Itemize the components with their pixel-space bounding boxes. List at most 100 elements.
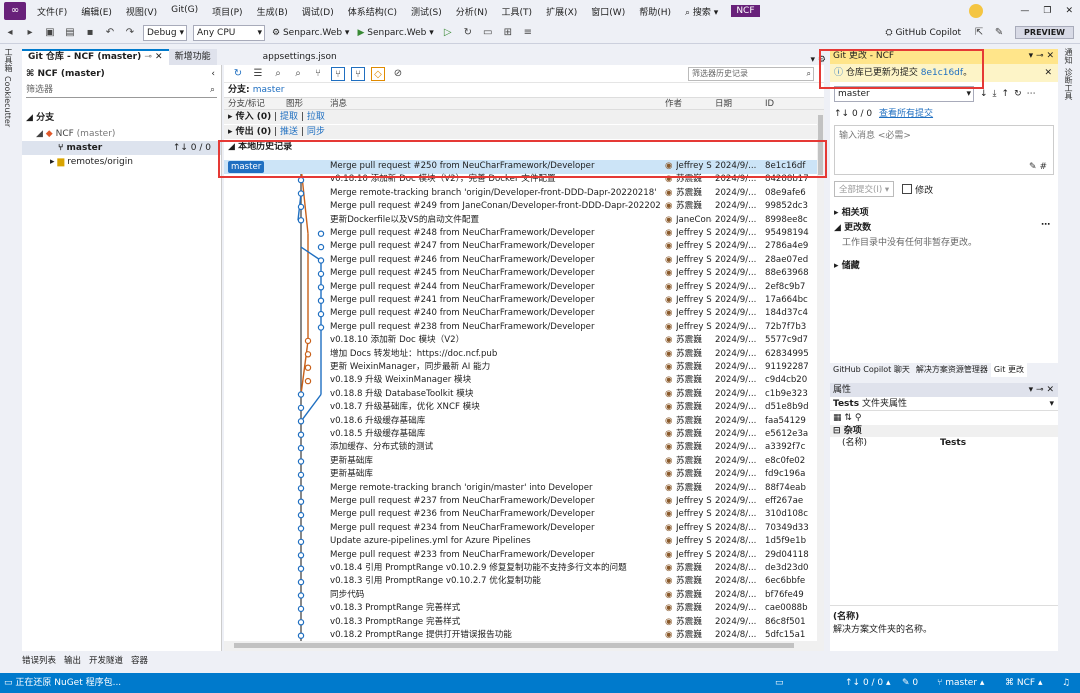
panel-window-controls[interactable]: ▾ ⊸ ✕ bbox=[1029, 49, 1054, 64]
cookiecutter-tab[interactable]: Cookiecutter bbox=[3, 76, 12, 127]
comment-icon[interactable]: ≡ bbox=[521, 26, 535, 40]
history-hscrollbar[interactable] bbox=[224, 641, 824, 651]
pin-icon[interactable]: ⊸ bbox=[144, 52, 152, 62]
commit-row[interactable]: Merge pull request #248 from NeuCharFram… bbox=[224, 227, 817, 241]
push-icon[interactable]: ↑ bbox=[1002, 89, 1010, 99]
collapse-panel-icon[interactable]: ‹ bbox=[211, 65, 215, 83]
undo-icon[interactable]: ↶ bbox=[103, 26, 117, 40]
camera-icon[interactable]: ▭ bbox=[481, 26, 495, 40]
menu-item[interactable]: 项目(P) bbox=[205, 5, 249, 18]
repo-filter-field[interactable]: 筛选器 ⌕ bbox=[26, 83, 217, 98]
open-icon[interactable]: ▤ bbox=[63, 26, 77, 40]
menu-icon[interactable]: ☰ bbox=[251, 67, 265, 81]
commit-row[interactable]: Merge pull request #237 from NeuCharFram… bbox=[224, 495, 817, 509]
info-commit-link[interactable]: 8e1c16df bbox=[921, 68, 963, 78]
commit-row[interactable]: 更新 WeixinManager，同步最新 AI 能力 ◉ 苏震巍 2024/9/..… bbox=[224, 361, 817, 375]
status-edits[interactable]: ✎ 0 bbox=[902, 673, 918, 693]
commit-row[interactable]: 增加 Docs 转发地址：https://doc.ncf.pub ◉ 苏震巍 2024… bbox=[224, 348, 817, 362]
remotes-origin-item[interactable]: ▸ ▆ remotes/origin bbox=[22, 157, 221, 167]
commit-row[interactable]: Merge pull request #247 from NeuCharFram… bbox=[224, 240, 817, 254]
back-icon[interactable]: ◂ bbox=[3, 26, 17, 40]
history-scrollbar-thumb[interactable] bbox=[818, 115, 823, 175]
diagnostics-tab[interactable]: 诊断工具 bbox=[1063, 68, 1074, 100]
changes-section[interactable]: ◢ 更改数 ⋯ bbox=[834, 220, 1054, 233]
tab-output[interactable]: 输出 bbox=[60, 654, 85, 668]
commit-row[interactable]: 添加缓存、分布式锁的测试 ◉ 苏震巍 2024/9/... a3392f7c bbox=[224, 441, 817, 455]
commit-all-button[interactable]: 全部提交(I) ▾ bbox=[834, 181, 895, 197]
commit-row[interactable]: Merge pull request #236 from NeuCharFram… bbox=[224, 508, 817, 522]
tab-error-list[interactable]: 错误列表 bbox=[18, 654, 60, 668]
amend-checkbox[interactable] bbox=[902, 184, 913, 194]
col-id[interactable]: ID bbox=[765, 98, 774, 111]
view-all-commits-link[interactable]: 查看所有提交 bbox=[879, 109, 933, 119]
property-pages-icon[interactable]: ⚲ bbox=[855, 413, 862, 423]
commit-row[interactable]: Merge remote-tracking branch 'origin/Dev… bbox=[224, 187, 817, 201]
repo-node[interactable]: ◢ ◆ NCF (master) bbox=[22, 129, 221, 139]
commit-row[interactable]: Merge pull request #238 from NeuCharFram… bbox=[224, 321, 817, 335]
tab-git-repository[interactable]: Git 仓库 - NCF (master) ⊸ ✕ bbox=[22, 49, 169, 65]
more-icon[interactable]: ⋯ bbox=[1027, 89, 1036, 99]
commit-row[interactable]: Merge pull request #249 from JaneConan/D… bbox=[224, 200, 817, 214]
related-work-section[interactable]: ▸ 相关项 bbox=[834, 205, 1054, 218]
commit-row[interactable]: 更新基础库 ◉ 苏震巍 2024/9/... e8c0fe02 bbox=[224, 455, 817, 469]
col-message[interactable]: 消息 bbox=[330, 98, 347, 111]
commit-row[interactable]: Merge pull request #240 from NeuCharFram… bbox=[224, 307, 817, 321]
local-history-section[interactable]: ◢ 本地历史记录 bbox=[224, 140, 824, 154]
tab-overflow-icon[interactable]: ▾ ⚙ bbox=[807, 55, 830, 65]
sync-link[interactable]: 同步 bbox=[307, 127, 325, 137]
menu-item[interactable]: 分析(N) bbox=[449, 5, 495, 18]
layout-icon[interactable]: ▭ bbox=[775, 673, 784, 693]
status-sync[interactable]: ↑↓ 0 / 0 ▴ bbox=[845, 673, 891, 693]
vs-logo-icon[interactable]: ∞ bbox=[4, 2, 26, 20]
history-hscrollbar-thumb[interactable] bbox=[234, 643, 794, 648]
pull-icon[interactable]: ⤓ bbox=[993, 89, 997, 99]
commit-row[interactable]: Merge pull request #246 from NeuCharFram… bbox=[224, 254, 817, 268]
tab-solution-explorer[interactable]: 解决方案资源管理器 bbox=[913, 363, 991, 377]
changes-more-icon[interactable]: ⋯ bbox=[1041, 220, 1050, 230]
startup-project-select[interactable]: ⚙ Senparc.Web ▾ bbox=[272, 28, 349, 38]
tab-appsettings[interactable]: appsettings.json bbox=[257, 49, 343, 65]
hide-icon[interactable]: ⊘ bbox=[391, 67, 405, 81]
save-icon[interactable]: ▪ bbox=[83, 26, 97, 40]
commit-row[interactable]: v0.18.3 引用 PromptRange v0.10.2.7 优化复制功能 ◉… bbox=[224, 575, 817, 589]
tab-dev-tunnels[interactable]: 开发隧道 bbox=[85, 654, 127, 668]
notifications-tab[interactable]: 通知 bbox=[1063, 48, 1074, 64]
history-filter-field[interactable]: 筛选器历史记录 ⌕ bbox=[688, 66, 814, 81]
menu-item[interactable]: 调试(D) bbox=[295, 5, 341, 18]
categorized-icon[interactable]: ▦ bbox=[833, 413, 842, 423]
notifications-bell-icon[interactable]: ♫ bbox=[1062, 673, 1070, 693]
properties-object-select[interactable]: Tests 文件夹属性 ▾ bbox=[830, 397, 1058, 411]
close-tab-icon[interactable]: ✕ bbox=[155, 52, 163, 62]
alphabetical-icon[interactable]: ⇅ bbox=[844, 413, 852, 423]
tab-whats-new[interactable]: 新增功能 bbox=[168, 49, 217, 65]
col-author[interactable]: 作者 bbox=[665, 98, 682, 111]
tab-containers[interactable]: 容器 bbox=[127, 654, 152, 668]
menu-item[interactable]: 生成(B) bbox=[250, 5, 295, 18]
status-branch[interactable]: ⑂ master ▴ bbox=[937, 673, 984, 693]
menu-item[interactable]: 帮助(H) bbox=[632, 5, 678, 18]
head-branch-badge[interactable]: master bbox=[228, 161, 265, 173]
graph-toggle-icon[interactable]: ⑂ bbox=[311, 67, 325, 81]
copilot-suggest-icon[interactable]: ✎ # bbox=[1029, 162, 1047, 172]
show-all-branches-icon[interactable]: ⑂ bbox=[351, 66, 365, 81]
refresh-icon[interactable]: ↻ bbox=[461, 26, 475, 40]
fetch-link[interactable]: 提取 bbox=[280, 112, 298, 122]
run-button[interactable]: ▶ Senparc.Web ▾ bbox=[357, 28, 433, 38]
stashes-section[interactable]: ▸ 储藏 bbox=[834, 258, 1054, 271]
push-link[interactable]: 推送 bbox=[280, 127, 298, 137]
feedback-icon[interactable]: ✎ bbox=[992, 26, 1006, 40]
commit-row[interactable]: Merge pull request #233 from NeuCharFram… bbox=[224, 549, 817, 563]
commit-row[interactable]: 更新Dockerfile以及VS的启动文件配置 ◉JaneConan2024/9/… bbox=[224, 214, 817, 228]
avatar[interactable] bbox=[969, 4, 984, 18]
menu-item[interactable]: 扩展(X) bbox=[539, 5, 584, 18]
menu-item[interactable]: Git(G) bbox=[164, 5, 205, 18]
restore-icon[interactable]: ❐ bbox=[1036, 6, 1058, 16]
commit-row[interactable]: v0.18.3 PromptRange 完善样式 ◉ 苏震巍 2024/9/... 86… bbox=[224, 616, 817, 630]
close-icon[interactable]: ✕ bbox=[1058, 6, 1080, 16]
commit-message-field[interactable]: 输入消息 <必需> ✎ # bbox=[834, 125, 1054, 175]
commit-row[interactable]: Merge remote-tracking branch 'origin/mas… bbox=[224, 482, 817, 496]
filter-icon[interactable]: ⌕ bbox=[291, 67, 305, 81]
search-menu[interactable]: ⌕ 搜索 ▾ bbox=[678, 5, 725, 18]
menu-item[interactable]: 编辑(E) bbox=[74, 5, 119, 18]
commit-row[interactable]: Merge pull request #245 from NeuCharFram… bbox=[224, 267, 817, 281]
